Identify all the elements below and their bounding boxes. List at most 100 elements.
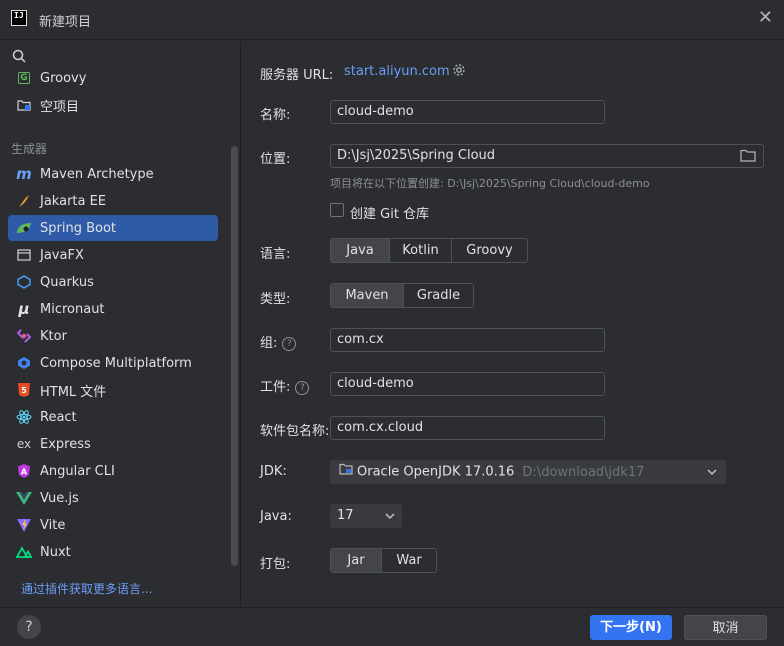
packaging-option-war[interactable]: War [381, 549, 436, 572]
build-type-selector: Maven Gradle [330, 283, 474, 308]
sidebar: G Groovy 空项目 生成器 m Maven Archetype Jakar… [0, 41, 241, 606]
language-label: 语言: [260, 247, 291, 262]
compose-icon [16, 355, 32, 371]
folder-icon[interactable] [740, 149, 756, 166]
generators-section-label: 生成器 [11, 142, 48, 156]
dialog-footer: ? 下一步(N) 取消 [0, 607, 784, 646]
package-name-field[interactable]: com.cx.cloud [330, 416, 605, 440]
sidebar-item-label: Maven Archetype [40, 166, 154, 182]
sidebar-item-label: 空项目 [40, 99, 80, 115]
location-label: 位置: [260, 152, 291, 167]
sidebar-item-groovy[interactable]: G Groovy [8, 65, 218, 91]
help-icon[interactable]: ? [282, 336, 297, 351]
sidebar-item-html[interactable]: 5 HTML 文件 [8, 377, 218, 403]
location-field[interactable]: D:\Jsj\2025\Spring Cloud [330, 144, 764, 168]
language-option-kotlin[interactable]: Kotlin [389, 239, 451, 262]
react-icon [16, 409, 32, 425]
more-languages-link[interactable]: 通过插件获取更多语言... [21, 580, 152, 597]
html-icon: 5 [16, 382, 32, 398]
project-settings-form: 服务器 URL: start.aliyun.com 名称: cloud-demo… [242, 41, 784, 606]
express-icon: ex [16, 437, 32, 451]
jdk-path: D:\download\jdk17 [522, 464, 645, 480]
name-label: 名称: [260, 108, 291, 123]
sidebar-item-javafx[interactable]: JavaFX [8, 242, 218, 268]
sidebar-item-label: Express [40, 436, 91, 452]
group-field[interactable]: com.cx [330, 328, 605, 352]
sidebar-item-label: JavaFX [40, 247, 84, 263]
language-option-java[interactable]: Java [331, 239, 389, 262]
sidebar-item-vue[interactable]: Vue.js [8, 485, 218, 511]
sidebar-item-label: Quarkus [40, 274, 94, 290]
sidebar-item-react[interactable]: React [8, 404, 218, 430]
name-field[interactable]: cloud-demo [330, 100, 605, 124]
sidebar-item-label: Compose Multiplatform [40, 355, 192, 371]
groovy-icon: G [18, 72, 30, 84]
svg-text:5: 5 [21, 386, 27, 395]
vite-icon [16, 517, 32, 533]
sidebar-item-empty-project[interactable]: 空项目 [8, 92, 218, 118]
type-label: 类型: [260, 292, 291, 307]
sidebar-item-angular-cli[interactable]: A Angular CLI [8, 458, 218, 484]
artifact-field[interactable]: cloud-demo [330, 372, 605, 396]
artifact-label: 工件:? [260, 376, 310, 395]
type-option-maven[interactable]: Maven [331, 284, 403, 307]
package-name-label: 软件包名称: [260, 424, 330, 439]
sidebar-item-express[interactable]: ex Express [8, 431, 218, 457]
quarkus-icon [16, 274, 32, 290]
java-version-dropdown[interactable]: 17 [330, 504, 402, 528]
window-title: 新建项目 [39, 15, 92, 30]
sidebar-item-label: Nuxt [40, 544, 71, 560]
server-url-link[interactable]: start.aliyun.com [344, 64, 450, 79]
packaging-label: 打包: [260, 557, 291, 572]
packaging-option-jar[interactable]: Jar [331, 549, 381, 572]
sidebar-item-nuxt[interactable]: Nuxt [8, 539, 218, 565]
title-bar: IJ 新建项目 ✕ [0, 0, 784, 40]
group-label: 组:? [260, 332, 297, 351]
help-icon[interactable]: ? [295, 380, 310, 395]
packaging-selector: Jar War [330, 548, 437, 573]
gear-icon[interactable] [452, 63, 466, 81]
javafx-icon [16, 247, 32, 263]
sidebar-item-spring-boot[interactable]: Spring Boot [8, 215, 218, 241]
cancel-button[interactable]: 取消 [684, 615, 767, 640]
angular-icon: A [16, 463, 32, 479]
sidebar-item-label: Spring Boot [40, 220, 117, 236]
jdk-name: Oracle OpenJDK 17.0.16 [357, 464, 515, 480]
sidebar-item-vite[interactable]: Vite [8, 512, 218, 538]
spring-boot-icon [16, 220, 32, 236]
close-icon[interactable]: ✕ [758, 8, 773, 28]
intellij-logo-icon: IJ [11, 10, 27, 26]
sidebar-item-micronaut[interactable]: μ Micronaut [8, 296, 218, 322]
chevron-down-icon [707, 461, 717, 483]
sidebar-item-maven-archetype[interactable]: m Maven Archetype [8, 161, 218, 187]
sidebar-item-label: Angular CLI [40, 463, 115, 479]
language-option-groovy[interactable]: Groovy [451, 239, 527, 262]
java-version-value: 17 [337, 508, 354, 523]
nuxt-icon [16, 544, 32, 560]
server-url-label: 服务器 URL: [260, 68, 334, 83]
empty-project-icon [16, 97, 32, 113]
type-option-gradle[interactable]: Gradle [403, 284, 473, 307]
java-version-label: Java: [260, 509, 292, 524]
jdk-folder-icon [339, 461, 353, 483]
git-checkbox[interactable] [330, 203, 344, 217]
sidebar-scrollbar[interactable] [231, 146, 238, 566]
jdk-label: JDK: [260, 464, 287, 479]
sidebar-item-label: Ktor [40, 328, 67, 344]
help-button[interactable]: ? [17, 615, 41, 639]
sidebar-item-compose-multiplatform[interactable]: Compose Multiplatform [8, 350, 218, 376]
sidebar-item-ktor[interactable]: Ktor [8, 323, 218, 349]
sidebar-item-label: Groovy [40, 70, 87, 86]
next-button[interactable]: 下一步(N) [590, 615, 672, 640]
sidebar-item-jakarta-ee[interactable]: Jakarta EE [8, 188, 218, 214]
jdk-dropdown[interactable]: Oracle OpenJDK 17.0.16 D:\download\jdk17 [330, 460, 726, 484]
sidebar-item-label: Micronaut [40, 301, 105, 317]
sidebar-item-label: Vite [40, 517, 66, 533]
sidebar-item-label: Jakarta EE [40, 193, 107, 209]
jakarta-icon [16, 193, 32, 209]
sidebar-item-label: React [40, 409, 77, 425]
chevron-down-icon [385, 505, 395, 527]
git-checkbox-label: 创建 Git 仓库 [350, 207, 430, 222]
sidebar-item-quarkus[interactable]: Quarkus [8, 269, 218, 295]
maven-icon: m [16, 165, 32, 183]
